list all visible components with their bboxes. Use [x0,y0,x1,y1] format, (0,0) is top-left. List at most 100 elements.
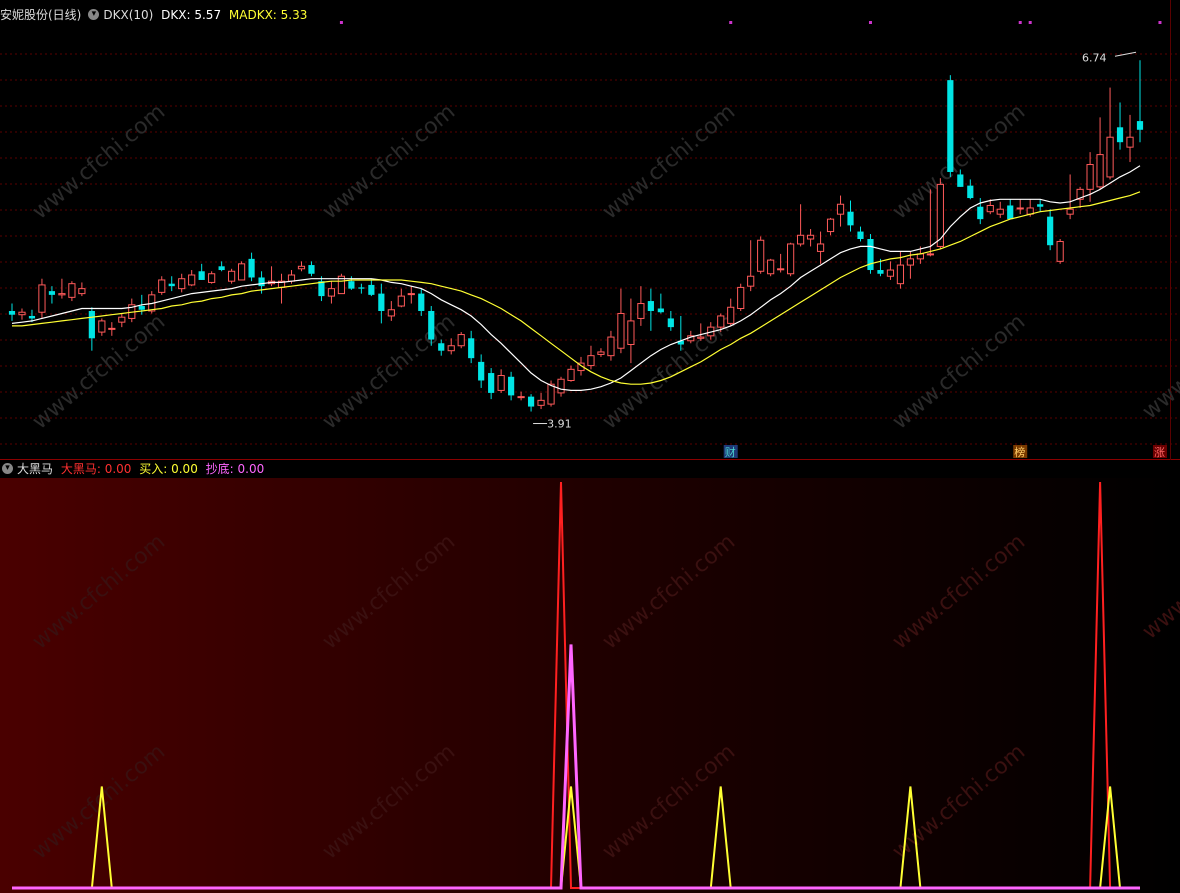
candle-body [717,315,725,328]
candle-body [358,287,365,289]
candle-body [647,301,654,311]
candle [178,273,186,293]
candle-body [327,288,336,297]
dahei-indicator-chart[interactable]: www.cfchi.com www.cfchi.com www.cfchi.com w… [0,460,1180,893]
candle [358,283,365,294]
candle-body [58,293,66,296]
candle [48,286,56,304]
candle [996,201,1004,218]
candle [1106,87,1114,180]
candle-body [1007,205,1014,220]
candle-body [877,270,884,274]
candle-body [867,239,874,271]
candle-body [737,286,745,310]
candle [1016,199,1024,215]
candle [1126,114,1134,163]
candle-body [1086,164,1094,190]
watermark-text: www.cfchi.com [318,309,460,434]
watermark-text: www.cfchi.com [318,99,460,224]
candle-body [567,368,575,381]
candle [787,242,795,277]
candle [527,394,535,412]
chevron-down-icon[interactable]: ▾ [88,9,100,20]
candle [68,281,76,302]
candle [478,354,485,388]
candle [1066,174,1074,220]
marker-cai: 财 [725,445,736,459]
candle-body [508,376,515,396]
candle-body [607,336,615,357]
candlestick-chart[interactable]: www.cfchi.com www.cfchi.com www.cfchi.com w… [0,0,1180,460]
watermark-text: www.cfchi.com [28,99,170,224]
candle [318,276,325,302]
chevron-down-icon[interactable]: ▾ [2,463,13,474]
candle [208,271,216,284]
candle-body [727,306,735,324]
candle-body [667,318,674,328]
candle-body [896,264,905,285]
candle [657,293,664,314]
sub-header: ▾ 大黑马 大黑马: 0.00 买入: 0.00 抄底: 0.00 [0,460,268,478]
candle [517,391,525,401]
sub-indicator-name[interactable]: 大黑马 [17,462,53,476]
candle-body [188,274,196,286]
watermark-layer: www.cfchi.com www.cfchi.com www.cfchi.com w… [28,99,1180,434]
signal-dot [1028,21,1032,24]
candle-body [258,277,265,287]
candle-body [38,284,46,313]
candle-body [218,266,225,271]
candle [468,330,475,364]
candle [237,261,246,281]
candle [667,310,674,331]
candle-body [847,211,854,226]
candle-body [78,288,86,295]
indicator-name[interactable]: DKX(10) [103,8,153,22]
candle [508,371,515,401]
candle-body [926,253,934,256]
price-pane[interactable]: www.cfchi.com www.cfchi.com www.cfchi.com w… [0,0,1180,460]
chaodi-value: 抄底: 0.00 [205,462,265,476]
candle-body [757,239,765,272]
candle [248,252,255,282]
candle-body [68,283,76,298]
candle-body [368,284,375,295]
candle [587,345,595,370]
candle-body [18,311,26,316]
madkx-value: MADKX: 5.33 [228,8,308,22]
high-arrow-icon [1114,51,1137,57]
candle [387,301,395,321]
candle [337,273,346,295]
candle [1116,102,1124,150]
candle [1056,239,1064,264]
candle-body [1037,204,1044,207]
marker-zhang: 涨 [1154,446,1165,459]
candle-body [947,80,954,172]
candle-body [447,345,455,352]
candle-body [517,396,525,399]
dkx-value: DKX: 5.57 [161,8,222,22]
candle-body [1096,154,1104,188]
candle [886,261,895,280]
main-header: 安妮股份(日线) ▾ DKX(10) DKX: 5.57 MADKX: 5.33 [0,6,311,24]
candle-body [488,373,495,393]
candle-body [1056,240,1064,262]
low-label: 3.91 [547,418,572,431]
candle [108,322,116,336]
indicator-pane[interactable]: www.cfchi.com www.cfchi.com www.cfchi.com w… [0,460,1180,893]
candle-body [158,279,166,293]
candle [816,231,825,264]
candle [158,276,166,295]
candle-body [617,312,625,349]
candle-body [418,293,425,311]
candle [397,288,405,308]
candle [1096,117,1104,190]
candle [637,286,645,326]
marker-bang: 榜 [1014,445,1025,459]
candle [857,226,864,242]
candle [847,200,854,232]
candle-body [438,343,445,351]
candle-body [198,271,205,280]
candle-body [747,275,755,287]
candle-body [88,310,95,339]
high-label: 6.74 [1082,51,1107,64]
